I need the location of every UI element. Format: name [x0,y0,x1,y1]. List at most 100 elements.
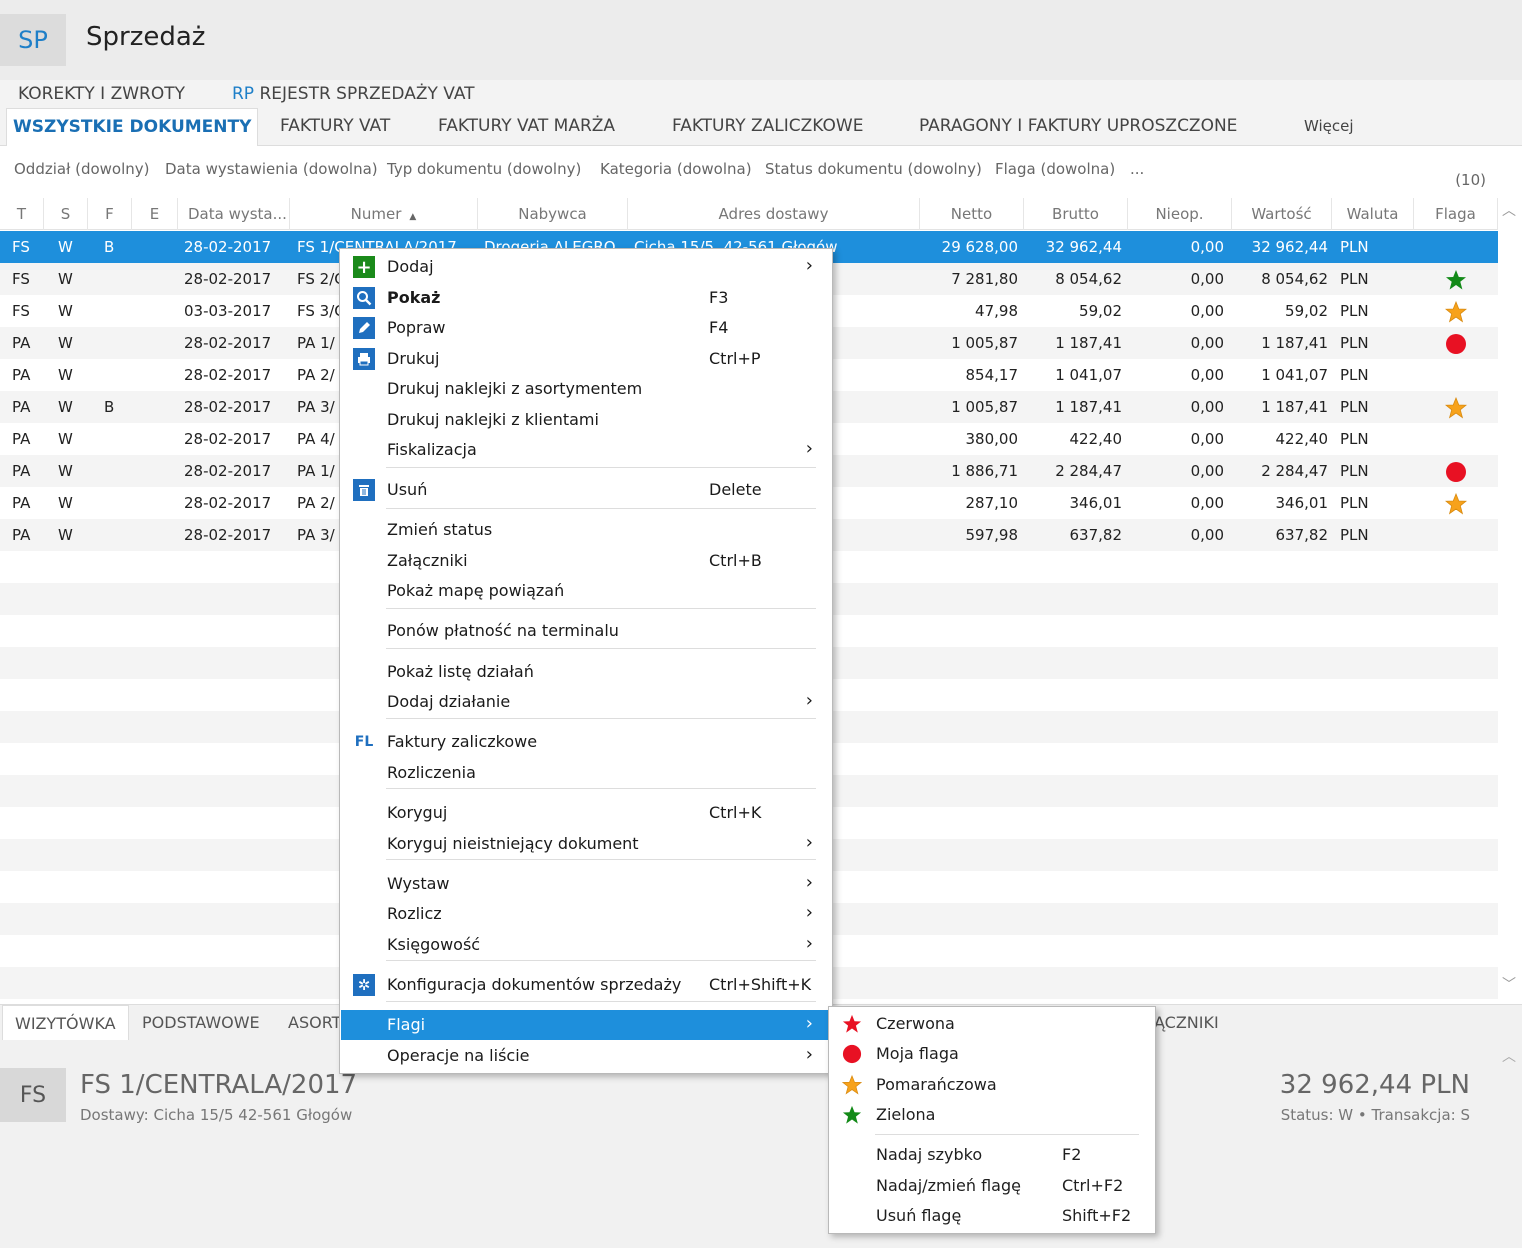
menu-item-rozlicz[interactable]: Rozlicz › [341,899,831,929]
menu-item-drukuj[interactable]: Drukuj Ctrl+P [341,344,831,374]
flag-menu-item[interactable]: Moja flaga [830,1039,1154,1069]
tab-vat-invoices[interactable]: FAKTURY VAT [274,108,396,146]
menu-item-label: Konfiguracja dokumentów sprzedaży [387,975,682,994]
filter-more[interactable]: ... [1130,160,1144,178]
menu-item-pokaż-listę-działań[interactable]: Pokaż listę działań [341,657,831,687]
column-header-value[interactable]: Wartość [1232,198,1332,230]
flag-menu-label: Zielona [876,1105,936,1124]
column-header-currency[interactable]: Waluta [1332,198,1414,230]
cell-date: 28-02-2017 [184,462,272,480]
collapse-icon[interactable]: ︿ [1502,1046,1516,1066]
menu-item-dodaj-działanie[interactable]: Dodaj działanie › [341,687,831,717]
menu-item-label: Rozliczenia [387,763,476,782]
tab-more[interactable]: Więcej [1298,108,1360,146]
column-header-brutto[interactable]: Brutto [1024,198,1128,230]
column-header-netto[interactable]: Netto [920,198,1024,230]
chevron-right-icon: › [805,1044,813,1065]
cell-date: 28-02-2017 [184,270,272,288]
cell-wartosc: 1 041,07 [1261,366,1328,384]
column-header-flag[interactable]: Flaga [1414,198,1498,230]
menu-item-shortcut: F4 [709,318,729,337]
column-header-t[interactable]: T [0,198,44,230]
cell-netto: 597,98 [965,526,1019,544]
menu-item-wystaw[interactable]: Wystaw › [341,869,831,899]
filter-document-type[interactable]: Typ dokumentu (dowolny) [387,160,581,178]
menu-item-księgowość[interactable]: Księgowość › [341,930,831,960]
tab-receipts[interactable]: PARAGONY I FAKTURY UPROSZCZONE [913,108,1243,146]
menu-item-drukuj-naklejki-z-asortymentem[interactable]: Drukuj naklejki z asortymentem [341,374,831,404]
chevron-right-icon: › [805,902,813,923]
menu-item-koryguj-nieistniejący-dokument[interactable]: Koryguj nieistniejący dokument › [341,829,831,859]
search-icon [353,287,375,309]
flag-menu-label: Nadaj szybko [876,1145,983,1164]
menu-item-shortcut: F3 [709,288,729,307]
menu-item-flagi[interactable]: Flagi › [341,1010,831,1040]
menu-item-ponów-płatność-na-terminalu[interactable]: Ponów płatność na terminalu [341,616,831,646]
menu-item-konfiguracja-dokumentów-sprzedaży[interactable]: ✲ Konfiguracja dokumentów sprzedaży Ctrl+S… [341,970,831,1000]
menu-item-popraw[interactable]: Popraw F4 [341,313,831,343]
flag-menu-shortcut: Ctrl+F2 [1062,1176,1124,1195]
column-header-date[interactable]: Data wysta... [178,198,290,230]
cell-wartosc: 59,02 [1285,302,1328,320]
column-header-buyer[interactable]: Nabywca [478,198,628,230]
tab-all-documents[interactable]: WSZYSTKIE DOKUMENTY [6,108,259,146]
menu-item-usuń[interactable]: Usuń Delete [341,475,831,505]
cell-waluta: PLN [1340,462,1369,480]
cell-brutto: 422,40 [1069,430,1123,448]
menu-item-drukuj-naklejki-z-klientami[interactable]: Drukuj naklejki z klientami [341,405,831,435]
flag-menu-item[interactable]: Nadaj/zmień flagę Ctrl+F2 [830,1171,1154,1201]
flag-menu-item[interactable]: Usuń flagę Shift+F2 [830,1201,1154,1231]
tab-vat-margin-invoices[interactable]: FAKTURY VAT MARŻA [432,108,621,146]
menu-item-załączniki[interactable]: Załączniki Ctrl+B [341,546,831,576]
column-header-number[interactable]: Numer ▲ [290,198,478,230]
menu-item-label: Drukuj naklejki z klientami [387,410,599,429]
cell-brutto: 59,02 [1079,302,1122,320]
column-header-f[interactable]: F [88,198,132,230]
filter-issue-date[interactable]: Data wystawienia (dowolna) [165,160,378,178]
red-circle-icon [842,1044,862,1064]
flag-menu-item[interactable]: Zielona [830,1100,1154,1130]
menu-item-pokaż[interactable]: Pokaż F3 [341,283,831,313]
tab-basic[interactable]: PODSTAWOWE [130,1005,272,1041]
cell-brutto: 346,01 [1069,494,1123,512]
filter-category[interactable]: Kategoria (dowolna) [600,160,752,178]
menu-item-dodaj[interactable]: + Dodaj › [341,252,831,282]
cell-netto: 7 281,80 [951,270,1018,288]
column-header-address[interactable]: Adres dostawy [628,198,920,230]
cell-nieop: 0,00 [1190,462,1224,480]
cell-date: 28-02-2017 [184,334,272,352]
cell-num: PA 4/ [297,430,335,448]
column-header-s[interactable]: S [44,198,88,230]
filter-document-status[interactable]: Status dokumentu (dowolny) [765,160,982,178]
filter-flag[interactable]: Flaga (dowolna) [995,160,1115,178]
subnav-corrections[interactable]: KOREKTY I ZWROTY [18,84,185,104]
scroll-down-icon[interactable]: ﹀ [1502,974,1516,994]
tab-business-card[interactable]: WIZYTÓWKA [2,1005,129,1041]
menu-item-zmień-status[interactable]: Zmień status [341,515,831,545]
flag-menu-label: Czerwona [876,1014,955,1033]
menu-item-koryguj[interactable]: Koryguj Ctrl+K [341,798,831,828]
menu-item-pokaż-mapę-powiązań[interactable]: Pokaż mapę powiązań [341,576,831,606]
menu-item-fiskalizacja[interactable]: Fiskalizacja › [341,435,831,465]
flag-menu-item[interactable]: Pomarańczowa [830,1070,1154,1100]
tab-advance-invoices[interactable]: FAKTURY ZALICZKOWE [666,108,869,146]
subnav-vat-register[interactable]: RP REJESTR SPRZEDAŻY VAT [232,84,475,104]
menu-item-operacje-na-liście[interactable]: Operacje na liście › [341,1041,831,1071]
column-header-e[interactable]: E [132,198,178,230]
cell-netto: 380,00 [965,430,1019,448]
chevron-right-icon: › [805,1013,813,1034]
red-circle-flag-icon [1445,333,1467,355]
menu-item-label: Pokaż listę działań [387,662,534,681]
cell-s: W [58,462,73,480]
filter-branch[interactable]: Oddział (dowolny) [14,160,150,178]
cell-nieop: 0,00 [1190,366,1224,384]
menu-item-rozliczenia[interactable]: Rozliczenia [341,758,831,788]
flag-menu-item[interactable]: Nadaj szybko F2 [830,1140,1154,1170]
scroll-up-icon[interactable]: ︿ [1502,200,1516,220]
column-header-unpaid[interactable]: Nieop. [1128,198,1232,230]
flag-menu-item[interactable]: Czerwona [830,1009,1154,1039]
cell-s: W [58,366,73,384]
menu-item-faktury-zaliczkowe[interactable]: FL Faktury zaliczkowe [341,727,831,757]
cell-s: W [58,494,73,512]
chevron-right-icon: › [805,438,813,459]
